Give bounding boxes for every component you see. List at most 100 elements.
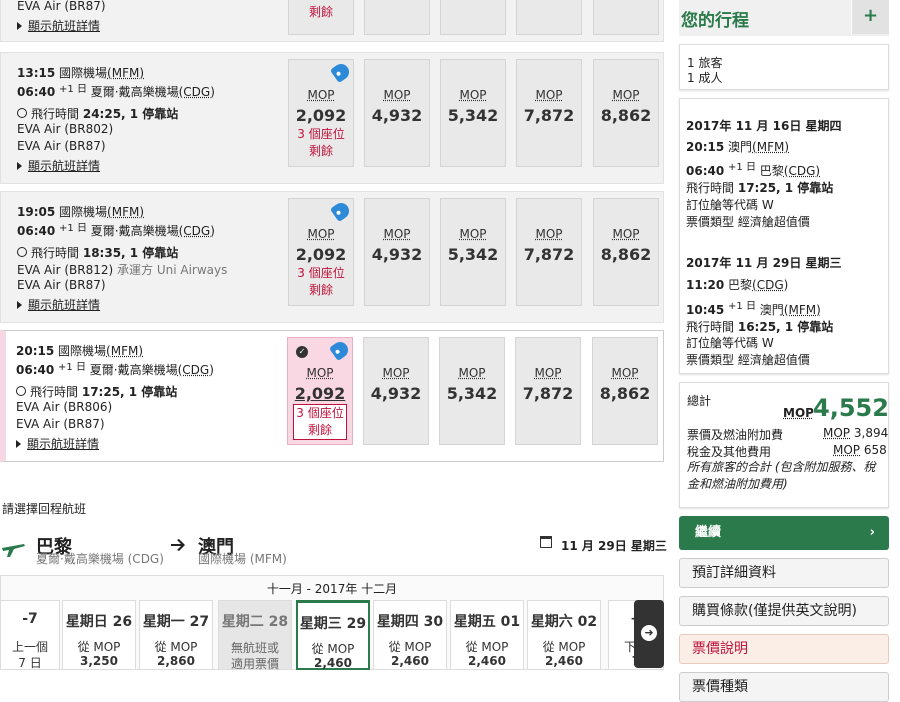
departure-line: 20:15 國際機場(MFM) xyxy=(16,344,144,358)
flight-row[interactable]: 20:15 國際機場(MFM) 06:40 +1 日 夏爾·戴高樂機場(CDG) 飛… xyxy=(0,330,664,462)
date-option[interactable]: 星期一 27 從 MOP 2,860 xyxy=(139,600,213,670)
departure-line: 19:05 國際機場(MFM) xyxy=(17,205,145,219)
arrival-line: 06:40 +1 日 夏爾·戴高樂機場(CDG) xyxy=(17,84,215,99)
fare-option[interactable]: ✓ MOP 2,092 3 個座位 剩餘 xyxy=(287,337,353,445)
fare-currency: MOP xyxy=(535,227,563,241)
segment-airline: EVA Air (BR87) xyxy=(17,278,106,292)
flight-details-link[interactable]: 顯示航班詳情 xyxy=(16,435,99,452)
date-option[interactable]: 星期三 29 從 MOP 2,460 xyxy=(296,600,370,670)
flight-details-link[interactable]: 顯示航班詳情 xyxy=(17,17,100,34)
fare-currency: MOP xyxy=(306,366,334,380)
flight-row[interactable]: 13:15 國際機場(MFM) 06:40 +1 日 夏爾·戴高樂機場(CDG) 飛… xyxy=(0,52,664,184)
fare-amount: 4,932 xyxy=(371,245,423,264)
fare-option[interactable] xyxy=(364,0,430,35)
flight-details-link[interactable]: 顯示航班詳情 xyxy=(17,157,100,174)
segment-airline: EVA Air (BR87) xyxy=(17,0,106,13)
total-amount: 4,552 xyxy=(813,394,889,422)
fare-option[interactable]: MOP 4,932 xyxy=(363,337,429,445)
fare-option[interactable]: MOP 4,932 xyxy=(364,59,430,167)
purchase-terms-button[interactable]: 購買條款(僅提供英文說明) xyxy=(679,596,889,626)
plane-icon xyxy=(0,534,26,560)
fare-option[interactable]: MOP 4,932 xyxy=(364,198,430,306)
fare-currency: MOP xyxy=(458,366,486,380)
arrow-circle-right-icon: ➜ xyxy=(641,625,657,641)
fare-currency: MOP xyxy=(382,366,410,380)
segment-airline: EVA Air (BR87) xyxy=(16,417,105,431)
fare-amount: 2,092 xyxy=(295,245,347,264)
fare-option[interactable] xyxy=(593,0,659,35)
fare-amount: 8,862 xyxy=(600,245,652,264)
total-note: 所有旅客的合計 (包含附加服務、稅金和燃油附加費用) xyxy=(687,460,876,491)
return-from-airport: 夏爾·戴高樂機場 (CDG) xyxy=(36,552,164,566)
calendar-icon xyxy=(540,536,552,548)
itinerary-details: 2017年 11 月 16日 星期四 20:15 澳門(MFM) 06:40 +… xyxy=(679,98,889,374)
arrow-right-icon xyxy=(170,537,186,556)
fare-option[interactable] xyxy=(440,0,506,35)
price-tag-icon xyxy=(328,338,352,362)
fare-currency: MOP xyxy=(534,366,562,380)
fare-option[interactable]: MOP 5,342 xyxy=(439,337,505,445)
seats-left: 3 個座位 剩餘 xyxy=(297,266,345,297)
fare-amount: 4,932 xyxy=(370,384,422,403)
fare-types-button[interactable]: 票價種類 xyxy=(679,672,889,702)
fare-option[interactable]: MOP 8,862 xyxy=(593,198,659,306)
fare-currency: MOP xyxy=(383,88,411,102)
fare-option[interactable]: MOP 7,872 xyxy=(516,59,582,167)
fare-option[interactable] xyxy=(516,0,582,35)
clock-icon xyxy=(17,108,27,118)
date-option[interactable]: 星期五 01 從 MOP 2,460 xyxy=(450,600,524,670)
fare-amount: 7,872 xyxy=(522,384,574,403)
fare-option[interactable]: MOP 2,092 3 個座位 剩餘 xyxy=(288,198,354,306)
arrival-line: 06:40 +1 日 夏爾·戴高樂機場(CDG) xyxy=(16,362,214,377)
fare-option[interactable]: 剩餘 xyxy=(288,0,354,35)
fare-option[interactable]: MOP 5,342 xyxy=(440,59,506,167)
travellers-box: 1 旅客 1 成人 xyxy=(679,44,889,90)
flight-details-link[interactable]: 顯示航班詳情 xyxy=(17,296,100,313)
date-option[interactable]: 星期六 02 從 MOP 2,460 xyxy=(527,600,601,670)
price-tag-icon xyxy=(329,60,353,84)
fare-option[interactable]: MOP 8,862 xyxy=(592,337,658,445)
fare-amount: 2,092 xyxy=(295,106,347,125)
booking-details-button[interactable]: 預訂詳細資料 xyxy=(679,558,889,588)
fare-amount: 5,342 xyxy=(446,384,498,403)
fare-amount: 5,342 xyxy=(447,245,499,264)
segment-airline: EVA Air (BR87) xyxy=(17,139,106,153)
scroll-next-button[interactable]: ➜ xyxy=(634,600,664,668)
date-option[interactable]: 星期四 30 從 MOP 2,460 xyxy=(373,600,447,670)
expand-button[interactable]: + xyxy=(851,0,889,34)
fare-amount: 4,932 xyxy=(371,106,423,125)
seats-left: 3 個座位 剩餘 xyxy=(293,404,347,440)
fare-currency: MOP xyxy=(307,88,335,102)
fare-rules-button[interactable]: 票價說明 xyxy=(679,634,889,664)
date-option[interactable]: 星期日 26 從 MOP 3,250 xyxy=(62,600,136,670)
fare-currency: MOP xyxy=(535,88,563,102)
caret-right-icon xyxy=(17,301,22,309)
continue-button[interactable]: 繼續 › xyxy=(679,516,889,550)
fare-option[interactable]: MOP 7,872 xyxy=(515,337,581,445)
caret-right-icon xyxy=(17,22,22,30)
clock-icon xyxy=(17,247,27,257)
fare-amount: 5,342 xyxy=(447,106,499,125)
flight-row[interactable]: 19:05 國際機場(MFM) 06:40 +1 日 夏爾·戴高樂機場(CDG) 飛… xyxy=(0,191,664,323)
fare-currency: MOP xyxy=(459,227,487,241)
fare-amount: 2,092 xyxy=(294,384,346,403)
fare-currency: MOP xyxy=(307,227,335,241)
fare-amount: 8,862 xyxy=(599,384,651,403)
fare-amount: 8,862 xyxy=(600,106,652,125)
fare-option[interactable]: MOP 2,092 3 個座位 剩餘 xyxy=(288,59,354,167)
fare-option[interactable]: MOP 7,872 xyxy=(516,198,582,306)
clock-icon xyxy=(16,386,26,396)
outbound-date: 2017年 11 月 16日 星期四 xyxy=(686,119,842,133)
fare-amount: 7,872 xyxy=(523,245,575,264)
fare-currency: MOP xyxy=(459,88,487,102)
fare-amount: 7,872 xyxy=(523,106,575,125)
arrival-line: 06:40 +1 日 夏爾·戴高樂機場(CDG) xyxy=(17,223,215,238)
prev-week-button[interactable]: -7 上一個 7 日 xyxy=(0,600,60,670)
segment-airline: EVA Air (BR802) xyxy=(17,122,114,136)
chevron-right-icon: › xyxy=(869,525,875,540)
fare-option[interactable]: MOP 8,862 xyxy=(593,59,659,167)
date-option[interactable]: 星期二 28 無航班或 適用票價 xyxy=(218,600,292,671)
plus-icon: + xyxy=(862,5,879,26)
fare-option[interactable]: MOP 5,342 xyxy=(440,198,506,306)
fare-currency: MOP xyxy=(612,227,640,241)
